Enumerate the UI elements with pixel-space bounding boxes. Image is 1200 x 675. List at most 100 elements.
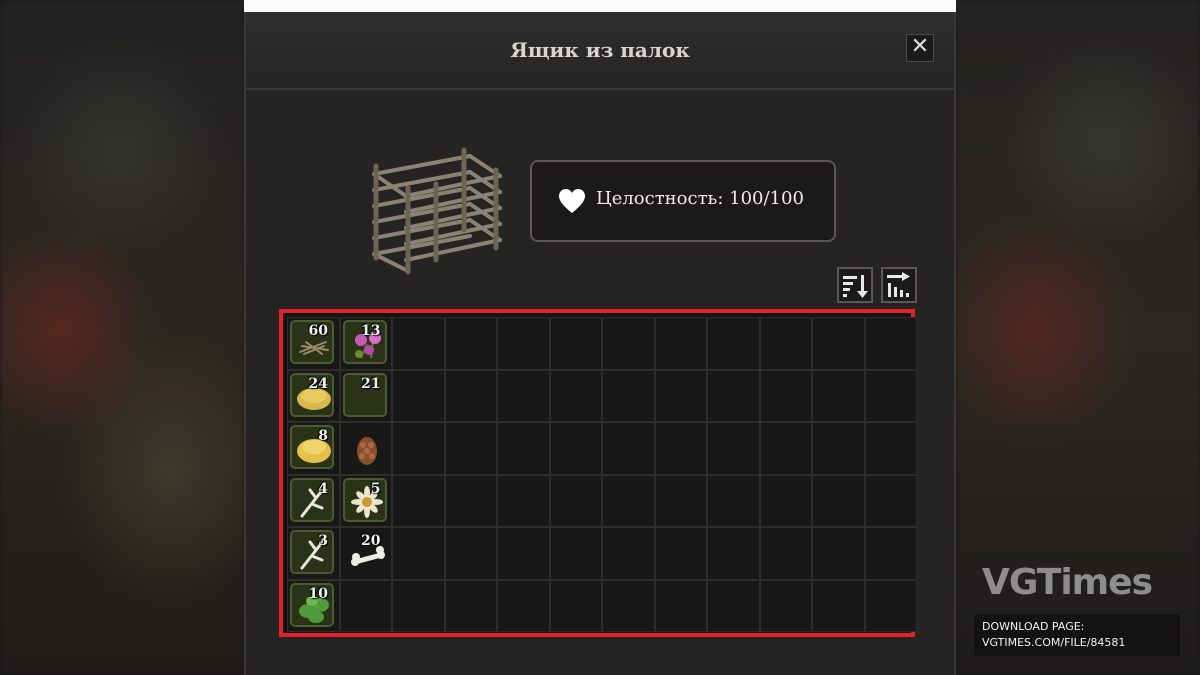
download-line-1: DOWNLOAD PAGE: <box>982 620 1085 633</box>
inventory-cell[interactable] <box>339 579 392 632</box>
inventory-cell[interactable] <box>654 579 707 632</box>
inventory-cell[interactable] <box>602 579 655 632</box>
inventory-cell[interactable] <box>392 474 445 527</box>
inventory-cell[interactable] <box>392 579 445 632</box>
inventory-cell[interactable]: 4 <box>287 474 340 527</box>
inventory-cell[interactable] <box>497 422 550 475</box>
inventory-cell[interactable] <box>864 317 917 370</box>
inventory-cell[interactable]: 60 <box>287 317 340 370</box>
inventory-cell[interactable] <box>654 317 707 370</box>
inventory-cell[interactable] <box>864 474 917 527</box>
inventory-slot-branch-2[interactable]: 3 <box>290 530 334 574</box>
inventory-cell[interactable] <box>654 422 707 475</box>
stick-crate-image <box>372 147 502 275</box>
inventory-cell[interactable] <box>759 317 812 370</box>
inventory-cell[interactable] <box>812 527 865 580</box>
inventory-cell[interactable] <box>549 317 602 370</box>
inventory-cell[interactable] <box>707 527 760 580</box>
inventory-cell[interactable]: 8 <box>287 422 340 475</box>
inventory-cell[interactable] <box>444 579 497 632</box>
inventory-cell[interactable] <box>707 317 760 370</box>
inventory-cell[interactable] <box>444 474 497 527</box>
inventory-cell[interactable] <box>654 527 707 580</box>
inventory-frame: 60 13 24 21 8 4 5 3 20 10 <box>279 309 917 637</box>
inventory-cell[interactable] <box>392 369 445 422</box>
inventory-cell[interactable] <box>549 579 602 632</box>
inventory-cell[interactable] <box>812 422 865 475</box>
inventory-cell[interactable]: 21 <box>339 369 392 422</box>
inventory-cell[interactable] <box>707 369 760 422</box>
container-window: Ящик из палок ✕ Целостность: 100/100 60 … <box>244 12 956 675</box>
inventory-cell[interactable]: 13 <box>339 317 392 370</box>
inventory-slot-branch[interactable]: 4 <box>290 477 334 522</box>
inventory-cell[interactable] <box>339 422 392 475</box>
inventory-cell[interactable] <box>497 317 550 370</box>
transfer-button[interactable] <box>881 267 917 303</box>
inventory-cell[interactable] <box>392 527 445 580</box>
inventory-cell[interactable] <box>602 527 655 580</box>
download-info: DOWNLOAD PAGE: VGTIMES.COM/FILE/84581 <box>974 614 1180 656</box>
inventory-slot-pine-cone[interactable] <box>343 425 387 469</box>
inventory-cell[interactable] <box>759 527 812 580</box>
item-quantity: 21 <box>361 375 381 392</box>
inventory-cell[interactable] <box>444 422 497 475</box>
inventory-cell[interactable] <box>549 474 602 527</box>
inventory-cell[interactable] <box>602 422 655 475</box>
inventory-cell[interactable]: 24 <box>287 369 340 422</box>
inventory-cell[interactable] <box>759 579 812 632</box>
inventory-cell[interactable] <box>864 527 917 580</box>
close-icon[interactable]: ✕ <box>911 34 929 59</box>
inventory-cell[interactable]: 3 <box>287 527 340 580</box>
inventory-cell[interactable] <box>654 369 707 422</box>
inventory-cell[interactable] <box>602 317 655 370</box>
inventory-slot-straw-pile[interactable]: 24 <box>290 372 334 417</box>
inventory-slot-bone[interactable]: 20 <box>343 530 387 574</box>
inventory-slot-empty-stack[interactable]: 21 <box>342 372 387 417</box>
sort-button[interactable] <box>837 267 873 303</box>
inventory-cell[interactable] <box>707 422 760 475</box>
top-strip <box>244 0 956 12</box>
inventory-cell[interactable]: 20 <box>339 527 392 580</box>
inventory-cell[interactable] <box>864 369 917 422</box>
inventory-cell[interactable] <box>759 422 812 475</box>
inventory-cell[interactable]: 10 <box>287 579 340 632</box>
inventory-cell[interactable] <box>497 474 550 527</box>
inventory-cell[interactable] <box>392 422 445 475</box>
close-button[interactable]: ✕ <box>906 34 934 62</box>
inventory-cell[interactable] <box>444 317 497 370</box>
inventory-cell[interactable] <box>812 317 865 370</box>
item-quantity: 20 <box>361 533 381 549</box>
inventory-slot-leaves[interactable]: 10 <box>290 582 334 627</box>
inventory-cell[interactable] <box>549 422 602 475</box>
item-quantity: 4 <box>318 480 328 497</box>
inventory-cell[interactable] <box>864 579 917 632</box>
inventory-cell[interactable] <box>549 369 602 422</box>
inventory-cell[interactable] <box>707 474 760 527</box>
inventory-cell[interactable] <box>654 474 707 527</box>
inventory-cell[interactable] <box>759 474 812 527</box>
inventory-slot-yellow-pile[interactable]: 8 <box>290 425 334 469</box>
inventory-cell[interactable] <box>707 579 760 632</box>
inventory-cell[interactable] <box>497 369 550 422</box>
inventory-cell[interactable] <box>549 527 602 580</box>
pine-cone-icon <box>356 437 377 465</box>
branch-icon <box>300 486 326 517</box>
inventory-cell[interactable] <box>602 369 655 422</box>
inventory-cell[interactable] <box>602 474 655 527</box>
inventory-cell[interactable] <box>444 527 497 580</box>
inventory-slot-flowers[interactable]: 13 <box>342 320 387 364</box>
inventory-cell[interactable] <box>864 422 917 475</box>
inventory-cell[interactable] <box>444 369 497 422</box>
item-quantity: 10 <box>308 585 328 602</box>
inventory-slot-daisy[interactable]: 5 <box>342 477 387 522</box>
sort-descending-icon <box>843 275 868 298</box>
inventory-cell[interactable] <box>392 317 445 370</box>
inventory-cell[interactable] <box>812 369 865 422</box>
inventory-cell[interactable] <box>497 579 550 632</box>
inventory-cell[interactable] <box>812 474 865 527</box>
inventory-cell[interactable]: 5 <box>339 474 392 527</box>
inventory-cell[interactable] <box>759 369 812 422</box>
inventory-cell[interactable] <box>497 527 550 580</box>
inventory-slot-sticks[interactable]: 60 <box>290 320 334 364</box>
inventory-cell[interactable] <box>812 579 865 632</box>
